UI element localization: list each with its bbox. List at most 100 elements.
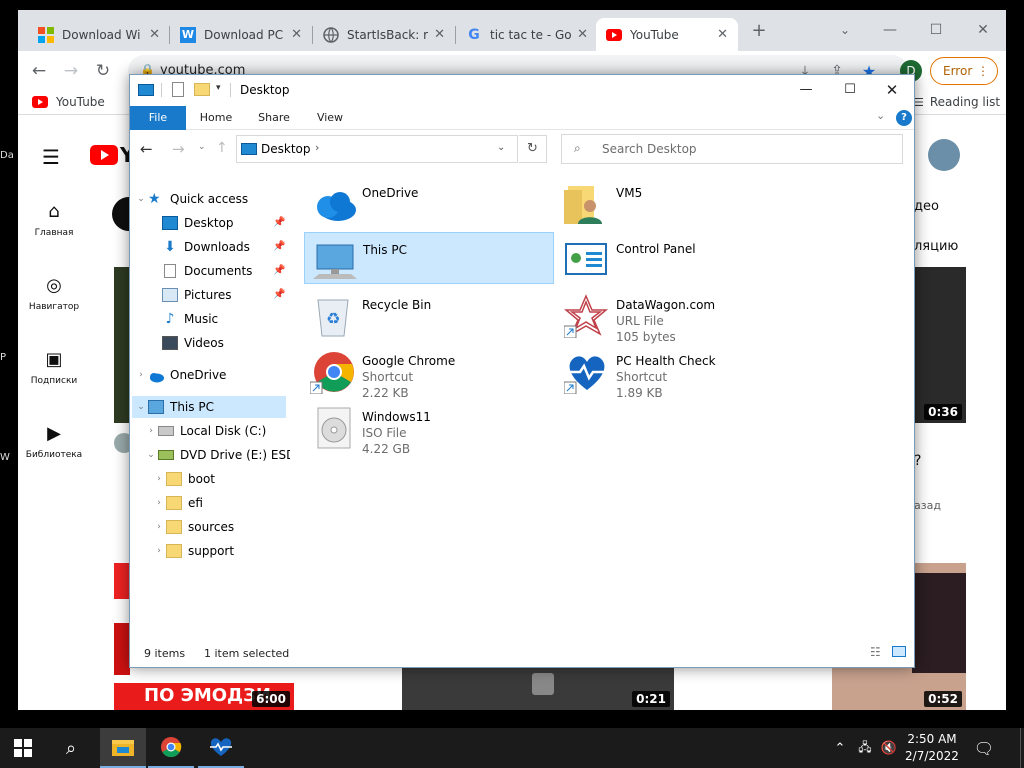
taskbar-file-explorer[interactable] xyxy=(100,728,146,768)
close-button[interactable]: ✕ xyxy=(968,16,998,44)
clock[interactable]: 2:50 AM 2/7/2022 xyxy=(904,731,960,765)
show-desktop-button[interactable] xyxy=(1020,728,1024,768)
minimize-button[interactable]: — xyxy=(784,77,828,105)
tab-download-windows[interactable]: Download Wi ✕ xyxy=(28,18,170,51)
chevron-down-icon[interactable]: ⌄ xyxy=(134,396,148,418)
pin-icon[interactable]: 📌 xyxy=(273,289,285,300)
nav-documents[interactable]: Documents xyxy=(162,260,252,282)
video-title[interactable]: ? xyxy=(914,453,921,469)
properties-icon[interactable] xyxy=(172,82,184,97)
bookmark-youtube[interactable]: YouTube xyxy=(32,95,105,109)
search-box[interactable]: ⌕ Search Desktop xyxy=(561,134,903,164)
tab-download-pc[interactable]: W Download PC ✕ xyxy=(170,18,312,51)
chevron-right-icon[interactable]: › xyxy=(152,468,166,490)
nav-quick-access[interactable]: ⌄ ★ Quick access xyxy=(134,188,248,210)
desktop-icon-label[interactable]: P xyxy=(0,352,18,363)
nav-onedrive[interactable]: › OneDrive xyxy=(134,364,226,386)
file-item-control-panel[interactable]: Control Panel xyxy=(558,232,808,284)
nav-folder-boot[interactable]: › boot xyxy=(152,468,215,490)
chevron-right-icon[interactable]: › xyxy=(152,516,166,538)
network-icon[interactable]: 🖧 xyxy=(854,728,876,768)
nav-folder-efi[interactable]: › efi xyxy=(152,492,203,514)
show-hidden-icons-chevron-icon[interactable]: ⌃ xyxy=(830,728,850,768)
forward-arrow-icon[interactable]: → xyxy=(172,140,185,158)
taskbar-chrome[interactable] xyxy=(148,728,194,768)
maximize-button[interactable]: ☐ xyxy=(921,16,951,44)
details-view-icon[interactable]: ☷ xyxy=(870,645,881,659)
volume-muted-icon[interactable]: 🔇 xyxy=(878,728,900,768)
forward-arrow-icon[interactable]: → xyxy=(58,59,84,83)
tab-close-icon[interactable]: ✕ xyxy=(149,27,160,42)
back-arrow-icon[interactable]: ← xyxy=(140,140,153,158)
chevron-down-icon[interactable]: ⌄ xyxy=(134,188,148,210)
up-arrow-icon[interactable]: ↑ xyxy=(216,140,228,156)
file-item-pc-health-check[interactable]: PC Health Check Shortcut 1.89 KB xyxy=(558,344,808,400)
tab-share[interactable]: Share xyxy=(246,106,302,130)
nav-pictures[interactable]: Pictures xyxy=(162,284,232,306)
tab-search-chevron-icon[interactable]: ⌄ xyxy=(830,16,860,44)
file-item-windows11-iso[interactable]: Windows11 ISO File 4.22 GB xyxy=(304,400,554,456)
tab-file[interactable]: File xyxy=(130,106,186,130)
tab-youtube[interactable]: YouTube ✕ xyxy=(596,18,738,51)
file-item-google-chrome[interactable]: Google Chrome Shortcut 2.22 KB xyxy=(304,344,554,400)
new-tab-button[interactable]: + xyxy=(744,16,774,44)
notification-icon[interactable]: 🗨 xyxy=(972,728,996,768)
address-bar[interactable]: Desktop › ⌄ xyxy=(236,135,518,163)
reading-list-button[interactable]: ☰ Reading list xyxy=(914,95,1000,109)
desktop-icon-label[interactable]: W xyxy=(0,452,18,463)
start-button[interactable] xyxy=(0,728,46,768)
nav-dvd-drive[interactable]: ⌄ DVD Drive (E:) ESD-I xyxy=(144,444,290,466)
chevron-right-icon[interactable]: › xyxy=(134,364,148,386)
nav-desktop[interactable]: Desktop xyxy=(162,212,234,234)
qat-dropdown-icon[interactable]: ▾ xyxy=(216,83,221,93)
nav-folder-sources[interactable]: › sources xyxy=(152,516,234,538)
pin-icon[interactable]: 📌 xyxy=(273,265,285,276)
file-item-recycle-bin[interactable]: ♻ Recycle Bin xyxy=(304,288,554,340)
tab-close-icon[interactable]: ✕ xyxy=(717,27,728,42)
nav-this-pc[interactable]: ⌄ This PC xyxy=(134,396,214,418)
youtube-logo[interactable]: Y xyxy=(90,143,134,167)
close-button[interactable]: ✕ xyxy=(870,77,914,105)
tab-home[interactable]: Home xyxy=(186,106,246,130)
tab-close-icon[interactable]: ✕ xyxy=(291,27,302,42)
desktop-icon-label[interactable]: Da xyxy=(0,150,18,161)
tab-close-icon[interactable]: ✕ xyxy=(577,27,588,42)
back-arrow-icon[interactable]: ← xyxy=(26,59,52,83)
refresh-button[interactable]: ↻ xyxy=(519,135,547,163)
search-icon[interactable]: ⌕ xyxy=(48,728,94,768)
chevron-right-icon[interactable]: › xyxy=(144,420,158,442)
chevron-right-icon[interactable]: › xyxy=(152,540,166,562)
minimize-button[interactable]: — xyxy=(875,16,905,44)
file-item-this-pc[interactable]: This PC xyxy=(304,232,554,284)
help-icon[interactable]: ? xyxy=(896,110,912,126)
hamburger-menu-icon[interactable]: ☰ xyxy=(42,145,60,169)
nav-videos[interactable]: Videos xyxy=(162,332,224,354)
nav-music[interactable]: ♪ Music xyxy=(162,308,219,330)
chevron-down-icon[interactable]: ⌄ xyxy=(144,444,158,466)
tab-startisback[interactable]: StartIsBack: re ✕ xyxy=(313,18,455,51)
address-dropdown-icon[interactable]: ⌄ xyxy=(497,142,505,153)
account-avatar[interactable] xyxy=(928,139,960,171)
yt-nav-subscriptions[interactable]: ▣ Подписки xyxy=(18,349,90,386)
tab-view[interactable]: View xyxy=(302,106,358,130)
breadcrumb-chevron-icon[interactable]: › xyxy=(315,141,319,154)
large-icons-view-icon[interactable] xyxy=(892,646,906,657)
recent-locations-icon[interactable]: ⌄ xyxy=(198,142,206,152)
video-thumbnail[interactable]: 0:36 xyxy=(914,267,966,423)
tab-google-search[interactable]: G tic tac te - Goo ✕ xyxy=(456,18,598,51)
file-item-datawagon[interactable]: DataWagon.com URL File 105 bytes xyxy=(558,288,808,344)
yt-nav-explore[interactable]: ◎ Навигатор xyxy=(18,275,90,312)
tab-close-icon[interactable]: ✕ xyxy=(434,27,445,42)
file-item-onedrive[interactable]: OneDrive xyxy=(304,176,554,228)
new-folder-icon[interactable] xyxy=(194,83,210,96)
reload-icon[interactable]: ↻ xyxy=(90,59,116,83)
yt-nav-home[interactable]: ⌂ Главная xyxy=(18,201,90,238)
nav-folder-support[interactable]: › support xyxy=(152,540,234,562)
taskbar-pc-health-check[interactable] xyxy=(198,728,244,768)
nav-local-disk[interactable]: › Local Disk (C:) xyxy=(144,420,266,442)
pin-icon[interactable]: 📌 xyxy=(273,217,285,228)
pin-icon[interactable]: 📌 xyxy=(273,241,285,252)
error-button[interactable]: Error ⋮ xyxy=(930,57,998,85)
chevron-right-icon[interactable]: › xyxy=(152,492,166,514)
maximize-button[interactable]: ☐ xyxy=(828,77,872,105)
